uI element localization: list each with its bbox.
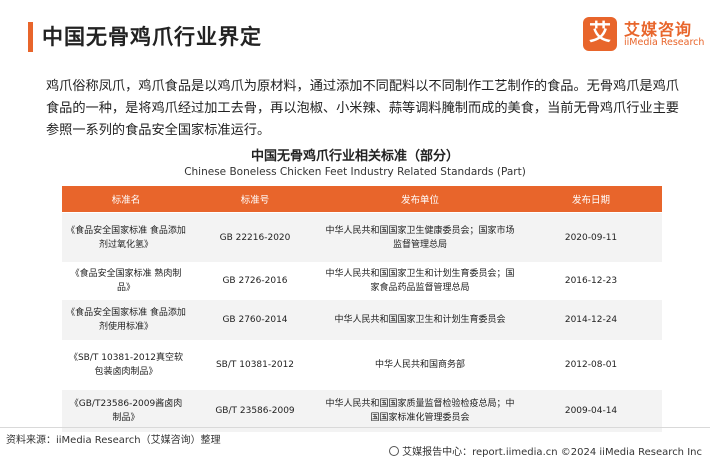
intro-paragraph: 鸡爪俗称凤爪，鸡爪食品是以鸡爪为原材料，通过添加不同配料以不同制作工艺制作的食品… (46, 79, 679, 138)
cell-standard-name: 《食品安全国家标准 食品添加剂过氧化氢》 (62, 212, 190, 262)
cell-issue-date: 2009-04-14 (520, 389, 662, 432)
cell-issuing-unit: 中华人民共和国国家卫生和计划生育委员会；国家食品药品监督管理总局 (320, 262, 520, 299)
cell-standard-number: GB 22216-2020 (190, 212, 320, 262)
table-row: 《GB/T23586-2009酱卤肉制品》 GB/T 23586-2009 中华… (62, 389, 662, 432)
cell-standard-number: GB/T 23586-2009 (190, 389, 320, 432)
cell-issue-date: 2014-12-24 (520, 299, 662, 340)
cell-issue-date: 2020-09-11 (520, 212, 662, 262)
table-header-row: 标准名 标准号 发布单位 发布日期 (62, 186, 662, 212)
header-issue-date: 发布日期 (520, 186, 662, 212)
title-accent-bar (28, 22, 33, 52)
cell-issuing-unit: 中华人民共和国国家卫生健康委员会；国家市场监督管理总局 (320, 212, 520, 262)
logo-name-en: iiMedia Research (624, 37, 705, 48)
standards-table: 标准名 标准号 发布单位 发布日期 《食品安全国家标准 食品添加剂过氧化氢》 G… (62, 186, 662, 432)
cell-issuing-unit: 中华人民共和国国家质量监督检验检疫总局；中国国家标准化管理委员会 (320, 389, 520, 432)
table-row: 《SB/T 10381-2012真空软包装卤肉制品》 SB/T 10381-20… (62, 340, 662, 389)
cell-issuing-unit: 中华人民共和国商务部 (320, 340, 520, 389)
table-title-en: Chinese Boneless Chicken Feet Industry R… (184, 166, 526, 178)
cell-standard-number: GB 2726-2016 (190, 262, 320, 299)
cell-standard-number: GB 2760-2014 (190, 299, 320, 340)
source-note: 资料来源：iiMedia Research（艾媒咨询）整理 (6, 435, 221, 446)
cell-standard-name: 《食品安全国家标准 食品添加剂使用标准》 (62, 299, 190, 340)
cell-issue-date: 2012-08-01 (520, 340, 662, 389)
cell-standard-number: SB/T 10381-2012 (190, 340, 320, 389)
cell-issuing-unit: 中华人民共和国国家卫生和计划生育委员会 (320, 299, 520, 340)
header-standard-number: 标准号 (190, 186, 320, 212)
globe-icon (389, 446, 400, 456)
footer-credit: 艾媒报告中心：report.iimedia.cn ©2024 iiMedia R… (389, 443, 702, 458)
footer-credit-text: 艾媒报告中心：report.iimedia.cn ©2024 iiMedia R… (402, 447, 702, 458)
footer-divider (0, 427, 710, 428)
logo-mark-icon: 艾 (583, 17, 617, 51)
table-row: 《食品安全国家标准 食品添加剂使用标准》 GB 2760-2014 中华人民共和… (62, 299, 662, 340)
page-title: 中国无骨鸡爪行业界定 (42, 25, 262, 49)
cell-standard-name: 《食品安全国家标准 熟肉制品》 (62, 262, 190, 299)
header-standard-name: 标准名 (62, 186, 190, 212)
cell-standard-name: 《SB/T 10381-2012真空软包装卤肉制品》 (62, 340, 190, 389)
cell-issue-date: 2016-12-23 (520, 262, 662, 299)
table-row: 《食品安全国家标准 熟肉制品》 GB 2726-2016 中华人民共和国国家卫生… (62, 262, 662, 299)
table-title-cn: 中国无骨鸡爪行业相关标准（部分） (250, 149, 459, 164)
iimedia-logo: 艾 艾媒咨询 iiMedia Research (583, 17, 705, 57)
cell-standard-name: 《GB/T23586-2009酱卤肉制品》 (62, 389, 190, 432)
header-issuing-unit: 发布单位 (320, 186, 520, 212)
table-row: 《食品安全国家标准 食品添加剂过氧化氢》 GB 22216-2020 中华人民共… (62, 212, 662, 262)
